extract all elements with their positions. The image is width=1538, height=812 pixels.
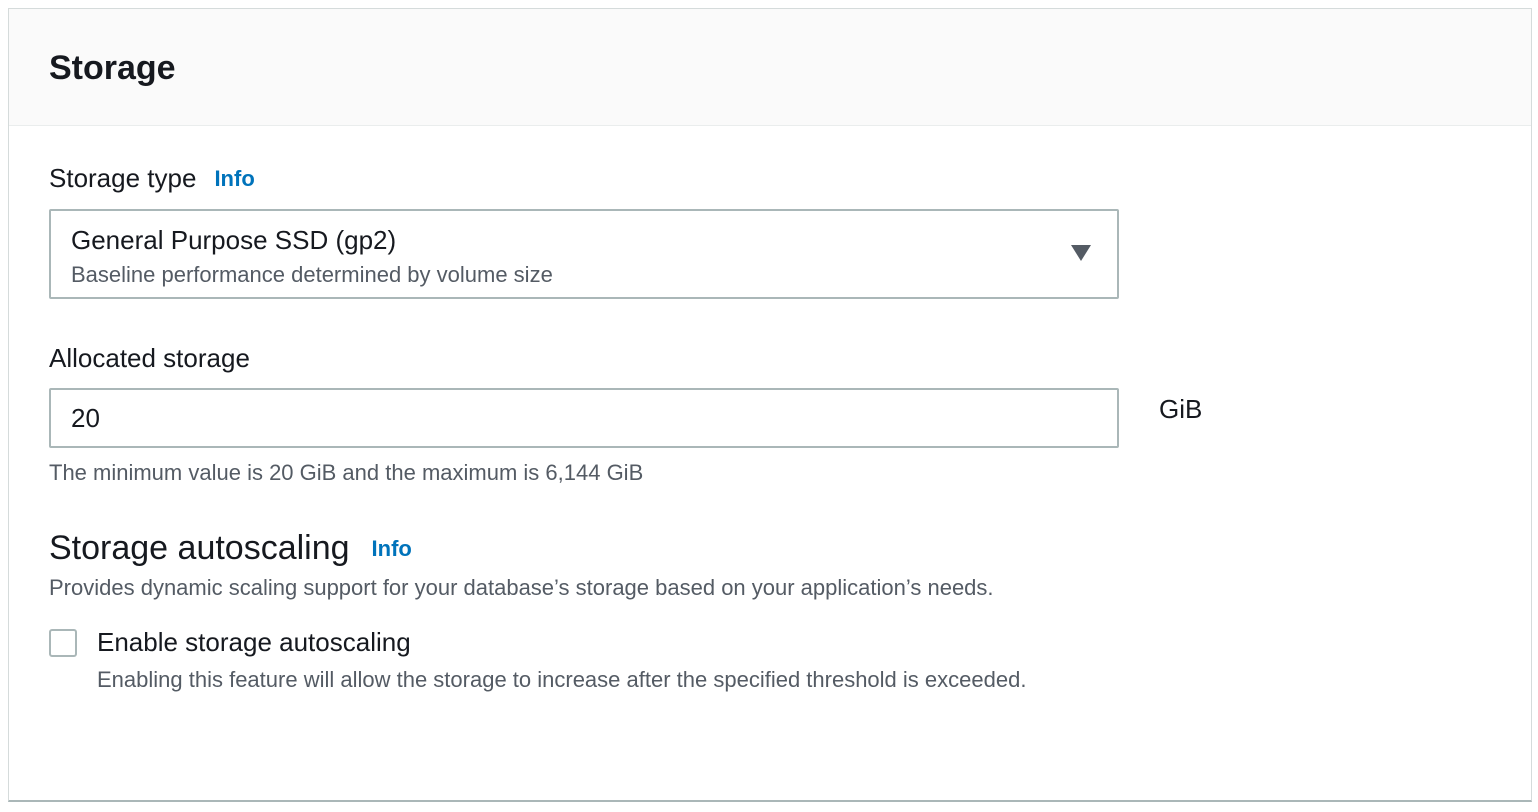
- storage-type-selected-value: General Purpose SSD (gp2): [71, 225, 397, 255]
- autoscaling-heading: Storage autoscaling: [49, 529, 350, 567]
- panel-header: Storage: [9, 9, 1531, 126]
- allocated-storage-constraint: The minimum value is 20 GiB and the maxi…: [49, 460, 644, 485]
- allocated-storage-label: Allocated storage: [49, 343, 250, 373]
- autoscaling-info-link[interactable]: Info: [372, 536, 412, 561]
- storage-type-label: Storage type: [49, 163, 197, 193]
- allocated-storage-input[interactable]: [49, 388, 1119, 448]
- enable-autoscaling-description: Enabling this feature will allow the sto…: [97, 667, 1027, 692]
- storage-panel: Storage Storage type Info General Purpose…: [8, 8, 1532, 802]
- autoscaling-heading-row: Storage autoscaling Info: [49, 528, 412, 569]
- caret-down-icon: [1071, 245, 1091, 261]
- allocated-storage-unit: GiB: [1159, 394, 1203, 424]
- storage-type-select[interactable]: General Purpose SSD (gp2) Baseline perfo…: [49, 209, 1119, 299]
- autoscaling-description: Provides dynamic scaling support for you…: [49, 575, 994, 600]
- enable-autoscaling-checkbox[interactable]: [49, 629, 77, 657]
- enable-autoscaling-label[interactable]: Enable storage autoscaling: [97, 626, 411, 658]
- storage-type-label-row: Storage type Info: [49, 162, 255, 195]
- panel-title: Storage: [49, 49, 176, 87]
- storage-type-info-link[interactable]: Info: [214, 166, 254, 191]
- storage-type-selected-description: Baseline performance determined by volum…: [71, 262, 553, 287]
